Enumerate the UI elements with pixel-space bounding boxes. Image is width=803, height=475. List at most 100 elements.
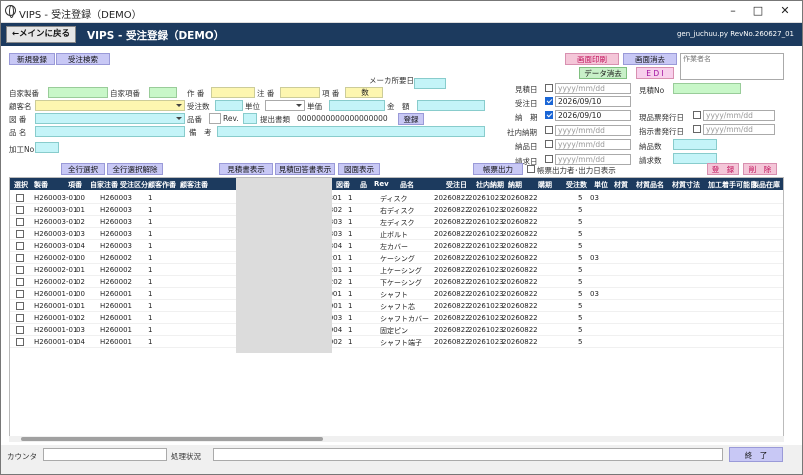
column-header[interactable]: 材質寸法 xyxy=(672,180,700,190)
row-select-checkbox[interactable] xyxy=(16,266,24,274)
customer-select[interactable] xyxy=(35,100,185,111)
column-header[interactable]: 単位 xyxy=(594,180,608,190)
form-output-checkbox[interactable] xyxy=(527,165,535,173)
estimate-date-check[interactable] xyxy=(545,84,553,92)
rev-field[interactable] xyxy=(243,113,257,124)
delivery-check[interactable] xyxy=(545,111,553,119)
invoice-date-field[interactable]: yyyy/mm/dd xyxy=(555,154,631,165)
table-row[interactable]: H260002-01 00 H260002 1 S201 1 ケーシング 20260822 20… xyxy=(10,252,783,264)
column-header[interactable]: 加工着手可能日 xyxy=(708,180,757,190)
table-row[interactable]: H260003-01 04 H260003 1 B304 1 左カバー 20260822 202… xyxy=(10,240,783,252)
table-row[interactable]: H260003-01 03 H260003 1 B303 1 止ボルト 20260822 202… xyxy=(10,228,783,240)
column-header[interactable]: 項番 xyxy=(68,180,82,190)
counter-field[interactable] xyxy=(43,448,167,461)
table-row[interactable]: H260001-01 03 H260001 1 B004 1 固定ピン 20260822 202… xyxy=(10,324,783,336)
deselect-all-button[interactable]: 全行選択解除 xyxy=(107,163,163,175)
row-select-checkbox[interactable] xyxy=(16,290,24,298)
row-select-checkbox[interactable] xyxy=(16,302,24,310)
table-row[interactable]: H260002-01 01 H260002 1 B201 1 上ケーシング 20260822 2… xyxy=(10,264,783,276)
maximize-icon[interactable]: □ xyxy=(746,4,770,17)
row-select-checkbox[interactable] xyxy=(16,230,24,238)
ship-date-field[interactable]: yyyy/mm/dd xyxy=(555,139,631,150)
close-icon[interactable]: ✕ xyxy=(773,4,797,17)
column-header[interactable]: 受注区分 xyxy=(120,180,148,190)
estimate-no-field[interactable] xyxy=(673,83,741,94)
column-header[interactable]: Rev xyxy=(374,180,389,188)
row-select-checkbox[interactable] xyxy=(16,314,24,322)
scrollbar-thumb[interactable] xyxy=(21,437,323,441)
minimize-icon[interactable]: – xyxy=(721,4,745,17)
back-to-main-button[interactable]: ←メインに戻る xyxy=(6,26,76,43)
table-row[interactable]: H260001-01 02 H260001 1 B003 1 シャフトカバー 20260822… xyxy=(10,312,783,324)
edi-button[interactable]: E D I xyxy=(636,67,674,79)
drawing-show-button[interactable]: 図面表示 xyxy=(338,163,380,175)
column-header[interactable]: 自家注番 xyxy=(90,180,118,190)
internal-delivery-field[interactable]: yyyy/mm/dd xyxy=(555,125,631,136)
delivery-field[interactable]: 2026/09/10 xyxy=(555,110,631,121)
screen-clear-button[interactable]: 画面消去 xyxy=(623,53,677,65)
new-entry-button[interactable]: 新規登録 xyxy=(9,53,55,65)
column-header[interactable]: 選択 xyxy=(14,180,28,190)
instruction-issue-check[interactable] xyxy=(693,125,701,133)
row-select-checkbox[interactable] xyxy=(16,206,24,214)
column-header[interactable]: 材質品名 xyxy=(636,180,664,190)
note-field[interactable] xyxy=(217,126,485,137)
screen-print-button[interactable]: 画面印刷 xyxy=(565,53,619,65)
order-search-button[interactable]: 受注検索 xyxy=(56,53,110,65)
part-field[interactable] xyxy=(209,113,221,124)
row-select-checkbox[interactable] xyxy=(16,278,24,286)
order-date-check[interactable] xyxy=(545,97,553,105)
order-qty-field[interactable] xyxy=(215,100,243,111)
column-header[interactable]: 図番 xyxy=(336,180,350,190)
table-row[interactable]: H260002-01 02 H260002 1 B202 1 下ケーシング 20260822 2… xyxy=(10,276,783,288)
row-select-checkbox[interactable] xyxy=(16,326,24,334)
order-date-field[interactable]: 2026/09/10 xyxy=(555,96,631,107)
drawing-select[interactable] xyxy=(35,113,185,124)
column-header[interactable]: 材質 xyxy=(614,180,628,190)
column-header[interactable]: 品 xyxy=(360,180,367,190)
horizontal-scrollbar[interactable] xyxy=(9,436,784,442)
amount-field[interactable] xyxy=(417,100,485,111)
estimate-date-field[interactable]: yyyy/mm/dd xyxy=(555,83,631,94)
name-field[interactable] xyxy=(35,126,185,137)
operator-field[interactable] xyxy=(211,87,255,98)
maker-date-field[interactable] xyxy=(414,78,446,89)
column-header[interactable]: 製番 xyxy=(34,180,48,190)
ship-qty-field[interactable] xyxy=(673,139,717,150)
register-button[interactable]: 登 録 xyxy=(707,163,739,175)
internal-delivery-check[interactable] xyxy=(545,126,553,134)
table-row[interactable]: H260003-01 00 H260003 1 S301 1 ディスク 20260822 202… xyxy=(10,192,783,204)
slip-issue-check[interactable] xyxy=(693,111,701,119)
row-select-checkbox[interactable] xyxy=(16,194,24,202)
slip-issue-field[interactable]: yyyy/mm/dd xyxy=(703,110,775,121)
table-row[interactable]: H260001-01 00 H260001 1 S001 1 シャフト 20260822 202… xyxy=(10,288,783,300)
order-no-field[interactable] xyxy=(280,87,320,98)
column-header[interactable]: 社内納期 xyxy=(476,180,504,190)
table-row[interactable]: H260001-01 01 H260001 1 B001 1 シャフト芯 20260822 20… xyxy=(10,300,783,312)
column-header[interactable]: 顧客注番 xyxy=(180,180,208,190)
own-item-field[interactable] xyxy=(149,87,177,98)
instruction-issue-field[interactable]: yyyy/mm/dd xyxy=(703,124,775,135)
process-no-field[interactable] xyxy=(35,142,59,153)
column-header[interactable]: 納期 xyxy=(508,180,522,190)
row-select-checkbox[interactable] xyxy=(16,242,24,250)
register-small-button[interactable]: 登録 xyxy=(398,113,424,125)
invoice-date-check[interactable] xyxy=(545,155,553,163)
table-row[interactable]: H260003-01 01 H260003 1 B302 1 右ディスク 20260822 20… xyxy=(10,204,783,216)
row-select-checkbox[interactable] xyxy=(16,254,24,262)
column-header[interactable]: 品名 xyxy=(400,180,414,190)
row-select-checkbox[interactable] xyxy=(16,218,24,226)
column-header[interactable]: 受注数 xyxy=(566,180,587,190)
ship-date-check[interactable] xyxy=(545,140,553,148)
estimate-show-button[interactable]: 見積書表示 xyxy=(219,163,273,175)
row-select-checkbox[interactable] xyxy=(16,338,24,346)
exit-button[interactable]: 終 了 xyxy=(729,447,783,462)
unit-select[interactable] xyxy=(265,100,305,111)
column-header[interactable]: 製品在庫 xyxy=(752,180,780,190)
column-header[interactable]: 購期 xyxy=(538,180,552,190)
form-output-button[interactable]: 帳票出力 xyxy=(473,163,523,175)
reply-show-button[interactable]: 見積回答書表示 xyxy=(275,163,335,175)
process-status-field[interactable] xyxy=(213,448,723,461)
table-row[interactable]: H260003-01 02 H260003 1 B303 1 左ディスク 20260822 20… xyxy=(10,216,783,228)
unit-price-field[interactable] xyxy=(329,100,385,111)
